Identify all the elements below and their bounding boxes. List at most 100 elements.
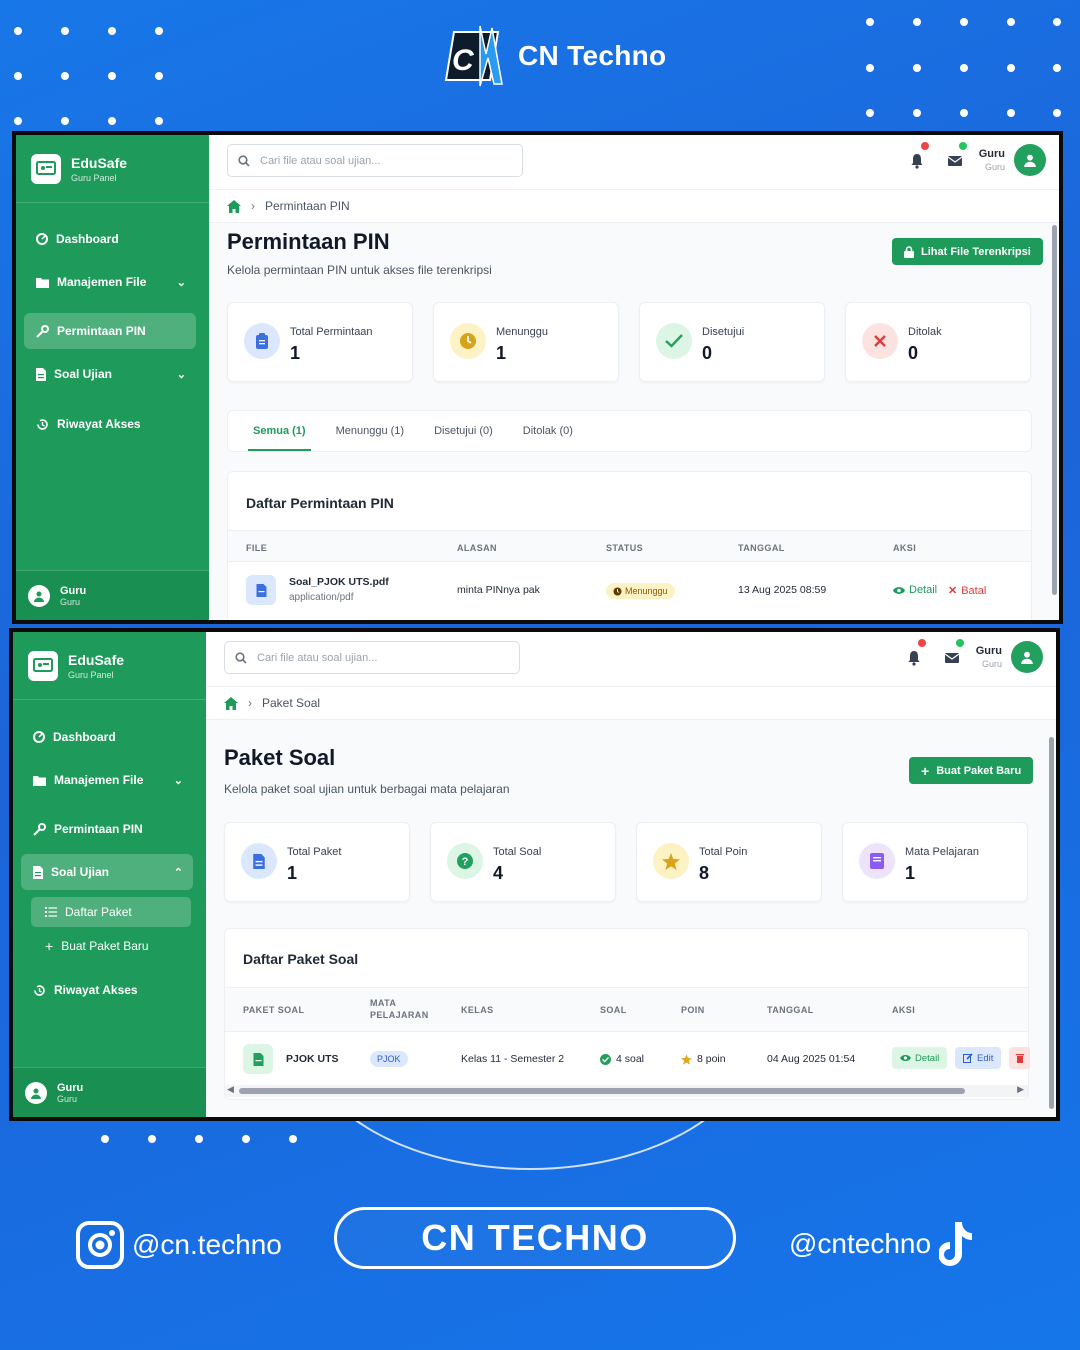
stat-card-waiting: Menunggu 1 bbox=[433, 302, 619, 382]
sidebar-item-label: Dashboard bbox=[56, 232, 119, 246]
create-package-button[interactable]: + Buat Paket Baru bbox=[909, 757, 1034, 784]
vertical-scrollbar[interactable] bbox=[1049, 737, 1054, 1109]
pin-request-list: Daftar Permintaan PIN FILE ALASAN STATUS… bbox=[227, 471, 1032, 620]
sidebar-header: EduSafe Guru Panel bbox=[16, 135, 209, 203]
topbar-user[interactable]: Guru Guru bbox=[976, 645, 1002, 669]
sidebar-subitem-package-list[interactable]: Daftar Paket bbox=[31, 897, 191, 927]
sidebar-item-access-log[interactable]: Riwayat Akses bbox=[24, 406, 196, 442]
edit-button[interactable]: Edit bbox=[955, 1047, 1002, 1069]
horizontal-scrollbar[interactable] bbox=[239, 1088, 965, 1094]
sidebar-item-file-management[interactable]: Manajemen File ⌄ bbox=[24, 264, 196, 300]
bell-icon[interactable] bbox=[909, 153, 925, 169]
sidebar-item-label: Manajemen File bbox=[57, 275, 147, 289]
sidebar-item-access-log[interactable]: Riwayat Akses bbox=[21, 972, 193, 1008]
home-icon[interactable] bbox=[224, 696, 238, 710]
status-badge: Menunggu bbox=[606, 583, 675, 599]
detail-button[interactable]: Detail bbox=[892, 1047, 948, 1069]
cancel-button[interactable]: ✕ Batal bbox=[948, 584, 986, 598]
column-header: PAKET SOAL bbox=[243, 1005, 305, 1015]
view-encrypted-files-button[interactable]: Lihat File Terenkripsi bbox=[892, 238, 1043, 265]
breadcrumb: › Paket Soal bbox=[206, 687, 1056, 720]
file-type: application/pdf bbox=[289, 592, 354, 603]
sidebar-item-pin-request[interactable]: Permintaan PIN bbox=[24, 313, 196, 349]
sidebar-item-pin-request[interactable]: Permintaan PIN bbox=[21, 811, 193, 847]
tiktok-handle[interactable]: @cntechno bbox=[789, 1220, 973, 1268]
lock-icon bbox=[904, 245, 914, 258]
plus-icon: + bbox=[45, 938, 54, 954]
question-count-text: 4 soal bbox=[616, 1053, 645, 1065]
avatar[interactable] bbox=[1014, 144, 1046, 176]
stat-value: 1 bbox=[290, 343, 301, 363]
sidebar-item-exam[interactable]: Soal Ujian ⌃ bbox=[21, 854, 193, 890]
sidebar-item-exam[interactable]: Soal Ujian ⌄ bbox=[24, 356, 196, 392]
topbar: Cari file atau soal ujian... Guru Guru bbox=[209, 135, 1059, 190]
status-text: Menunggu bbox=[625, 586, 668, 596]
mail-icon[interactable] bbox=[944, 650, 960, 666]
stat-value: 0 bbox=[702, 343, 713, 363]
stat-value: 1 bbox=[287, 863, 298, 883]
sidebar-item-file-management[interactable]: Manajemen File ⌄ bbox=[21, 762, 193, 798]
page-subtitle: Kelola paket soal ujian untuk berbagai m… bbox=[224, 782, 510, 796]
delete-button[interactable] bbox=[1009, 1047, 1030, 1069]
bell-icon[interactable] bbox=[906, 650, 922, 666]
topbar-user[interactable]: Guru Guru bbox=[979, 148, 1005, 172]
scroll-right-arrow-icon[interactable]: ▶ bbox=[1017, 1084, 1024, 1095]
mail-icon[interactable] bbox=[947, 153, 963, 169]
scroll-left-arrow-icon[interactable]: ◀ bbox=[227, 1084, 234, 1095]
file-name: Soal_PJOK UTS.pdf bbox=[289, 576, 389, 588]
stat-value: 1 bbox=[905, 863, 916, 883]
package-date: 04 Aug 2025 01:54 bbox=[767, 1053, 856, 1065]
filter-tabs: Semua (1) Menunggu (1) Disetujui (0) Dit… bbox=[227, 410, 1032, 452]
search-input[interactable]: Cari file atau soal ujian... bbox=[224, 641, 520, 674]
question-count: 4 soal bbox=[600, 1053, 644, 1065]
dashboard-icon bbox=[33, 731, 45, 743]
home-icon[interactable] bbox=[227, 199, 241, 213]
column-header: AKSI bbox=[893, 543, 917, 553]
svg-text:C: C bbox=[452, 44, 475, 77]
user-name: Guru bbox=[60, 584, 87, 597]
stat-label: Ditolak bbox=[908, 326, 942, 338]
sidebar-item-dashboard[interactable]: Dashboard bbox=[24, 221, 196, 257]
stat-label: Disetujui bbox=[702, 326, 745, 338]
sidebar-item-dashboard[interactable]: Dashboard bbox=[21, 719, 193, 755]
sidebar-subitem-new-package[interactable]: + Buat Paket Baru bbox=[31, 931, 191, 961]
search-placeholder: Cari file atau soal ujian... bbox=[260, 154, 381, 167]
avatar[interactable] bbox=[1011, 641, 1043, 673]
dashboard-icon bbox=[36, 233, 48, 245]
column-header: KELAS bbox=[461, 1005, 494, 1015]
vertical-scrollbar[interactable] bbox=[1052, 225, 1057, 595]
stat-value: 0 bbox=[908, 343, 919, 363]
sidebar-user[interactable]: Guru Guru bbox=[16, 570, 209, 620]
user-role: Guru bbox=[981, 659, 1002, 669]
instagram-handle[interactable]: @cn.techno bbox=[76, 1221, 282, 1269]
sidebar-item-label: Buat Paket Baru bbox=[61, 939, 149, 953]
breadcrumb: › Permintaan PIN bbox=[209, 190, 1059, 223]
edusafe-logo-icon bbox=[28, 650, 58, 681]
list-title: Daftar Paket Soal bbox=[243, 951, 359, 967]
column-header: POIN bbox=[681, 1005, 705, 1015]
detail-button[interactable]: Detail bbox=[893, 584, 937, 596]
point-count-text: 8 poin bbox=[697, 1053, 726, 1065]
tab-approved[interactable]: Disetujui (0) bbox=[419, 411, 508, 451]
subject-badge: PJOK bbox=[370, 1051, 408, 1067]
list-icon bbox=[45, 907, 57, 917]
button-label: Edit bbox=[977, 1052, 994, 1064]
sidebar-user[interactable]: Guru Guru bbox=[13, 1067, 206, 1117]
sidebar-item-label: Permintaan PIN bbox=[57, 324, 146, 338]
brand-name: CN Techno bbox=[518, 40, 667, 71]
button-label: Detail bbox=[909, 584, 938, 596]
tab-waiting[interactable]: Menunggu (1) bbox=[321, 411, 420, 451]
button-label: Detail bbox=[915, 1052, 940, 1064]
screenshot-permintaan-pin: EduSafe Guru Panel Dashboard Manajemen F… bbox=[12, 131, 1063, 624]
sidebar-item-label: Permintaan PIN bbox=[54, 822, 143, 836]
column-header: TANGGAL bbox=[738, 543, 785, 553]
cn-techno-cta-button[interactable]: CN TECHNO bbox=[334, 1207, 736, 1269]
search-input[interactable]: Cari file atau soal ujian... bbox=[227, 144, 523, 177]
tab-rejected[interactable]: Ditolak (0) bbox=[508, 411, 588, 451]
chevron-down-icon: ⌄ bbox=[176, 276, 186, 289]
book-icon bbox=[859, 843, 895, 879]
tab-all[interactable]: Semua (1) bbox=[238, 411, 321, 451]
user-icon bbox=[1021, 651, 1033, 664]
search-icon bbox=[238, 154, 250, 167]
stat-card-total-questions: ? Total Soal 4 bbox=[430, 822, 616, 902]
